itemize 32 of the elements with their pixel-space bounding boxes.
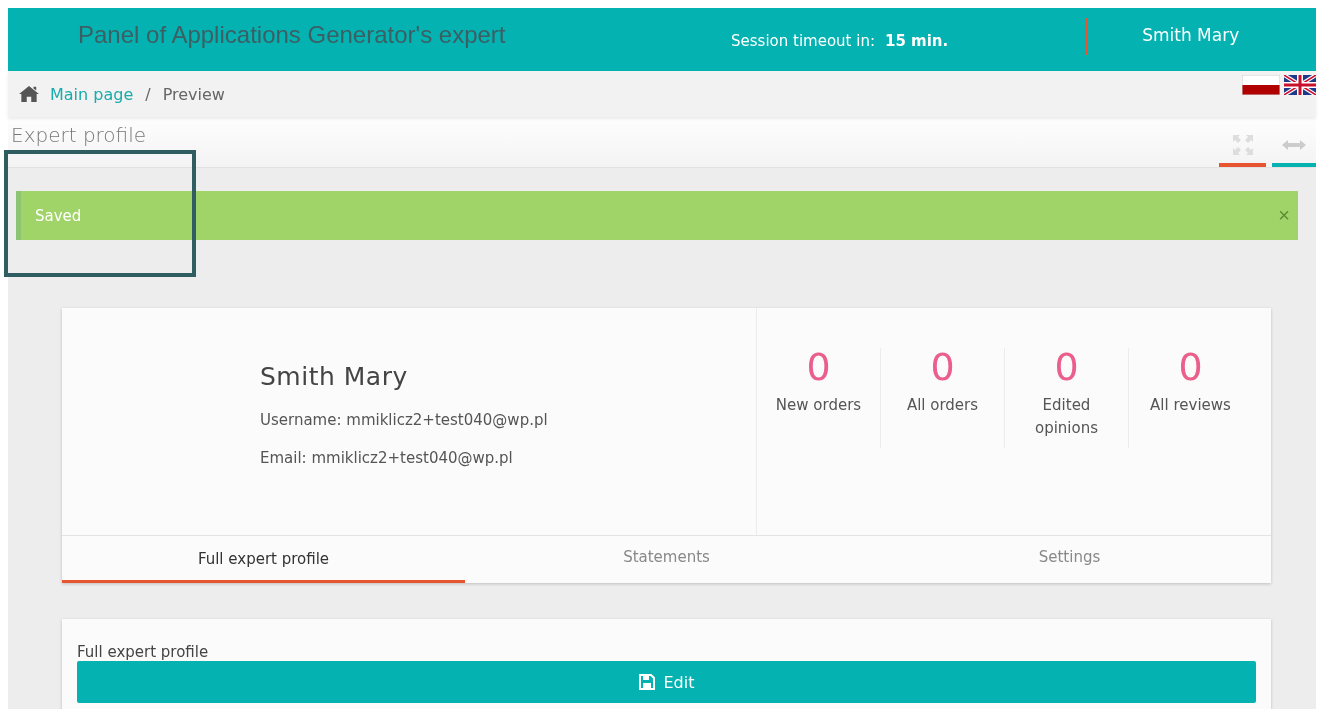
session-value: 15 min. <box>884 31 949 50</box>
british-flag-icon[interactable] <box>1284 75 1316 95</box>
breadcrumb-current: Preview <box>162 84 225 104</box>
tab[interactable]: Settings <box>868 536 1271 583</box>
user-menu[interactable]: Smith Mary <box>1142 24 1240 45</box>
tab[interactable]: Full expert profile <box>62 536 465 583</box>
session-label: Session timeout in: <box>731 31 875 50</box>
stat-label: New orders <box>774 395 863 416</box>
polish-flag-icon[interactable] <box>1242 75 1280 95</box>
page-title: Expert profile <box>11 124 148 149</box>
username-text: Username: mmiklicz2+test040@wp.pl <box>260 411 549 429</box>
email-text: Email: mmiklicz2+test040@wp.pl <box>260 449 514 467</box>
home-icon[interactable] <box>18 85 40 103</box>
double-arrow-icon <box>1282 140 1306 150</box>
profile-name: Smith Mary <box>260 362 409 391</box>
stat-value: 0 <box>806 348 831 386</box>
app-title: Panel of Applications Generator's expert <box>78 20 507 49</box>
stat-label: All orders <box>905 395 980 416</box>
edit-button[interactable]: Edit <box>77 661 1256 703</box>
expand-icon <box>1230 133 1255 157</box>
close-button[interactable]: × <box>1270 204 1298 227</box>
tab[interactable]: Statements <box>465 536 868 583</box>
stat-label: Edited opinions <box>1033 395 1099 439</box>
breadcrumb-link[interactable]: Main page <box>50 84 134 104</box>
section-title: Full expert profile <box>77 643 210 661</box>
save-icon <box>638 674 655 690</box>
stat-value: 0 <box>1054 348 1079 386</box>
stat-label: All reviews <box>1149 395 1232 416</box>
stat-value: 0 <box>1178 348 1203 386</box>
stat-value: 0 <box>930 348 955 386</box>
alert-message: Saved <box>35 206 82 225</box>
breadcrumb-separator: / <box>145 84 151 104</box>
